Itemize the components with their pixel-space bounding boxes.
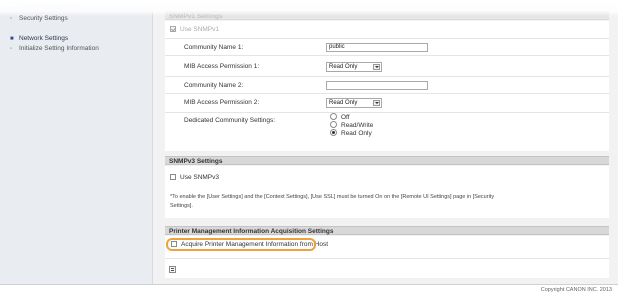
copyright-text: Copyright CANON INC. 2013: [540, 287, 612, 293]
dedicated-community-settings-label: Dedicated Community Settings:: [184, 117, 276, 124]
mib-access-permission-1-value: Read Only: [329, 64, 358, 70]
footer-divider: [0, 284, 618, 285]
list-bullet-icon: ▫: [10, 5, 13, 11]
radio-label: Off: [341, 114, 350, 122]
community-name-1-input[interactable]: public: [326, 43, 428, 52]
section-header-snmpv1: SNMPv1 Settings: [165, 11, 609, 20]
use-snmpv3-row[interactable]: Use SNMPv3: [170, 174, 219, 181]
sidebar-item-device-management[interactable]: ▫ Device Management: [10, 3, 79, 13]
use-snmpv3-label: Use SNMPv3: [180, 174, 220, 181]
divider: [165, 55, 609, 56]
divider: [165, 112, 609, 113]
list-bullet-icon: ▫: [10, 16, 13, 22]
divider: [165, 93, 609, 94]
mib-access-permission-2-select[interactable]: Read Only: [326, 98, 382, 108]
sidebar-item-label: Security Settings: [19, 15, 68, 22]
sidebar-item-label: Initialize Setting Information: [19, 45, 99, 52]
mib-access-permission-1-select[interactable]: Read Only: [326, 62, 382, 72]
sidebar: ▫ Device Management ▫ Security Settings ■ N…: [0, 0, 153, 284]
mib-access-permission-1-label: MIB Access Permission 1:: [184, 63, 260, 70]
community-name-2-input[interactable]: [326, 81, 428, 90]
mib-access-permission-2-value: Read Only: [329, 100, 358, 106]
sidebar-item-security-settings[interactable]: ▫ Security Settings: [10, 14, 68, 24]
divider: [165, 258, 609, 259]
use-snmpv1-checkbox[interactable]: [170, 26, 176, 33]
radio-label: Read/Write: [341, 122, 374, 130]
radio-button[interactable]: [330, 121, 337, 128]
sidebar-item-label: Device Management: [19, 4, 79, 11]
use-snmpv1-row[interactable]: Use SNMPv1: [170, 26, 219, 33]
community-name-1-label: Community Name 1:: [184, 44, 244, 51]
use-snmpv1-label: Use SNMPv1: [180, 26, 220, 33]
community-name-2-label: Community Name 2:: [184, 82, 244, 89]
note-line-1: *To enable the [User Settings] and the […: [170, 194, 495, 200]
radio-label: Read Only: [341, 130, 372, 138]
use-snmpv3-checkbox[interactable]: [170, 174, 176, 181]
snmpv3-note: *To enable the [User Settings] and the […: [170, 193, 600, 211]
dropdown-arrow-icon[interactable]: [373, 64, 380, 70]
sidebar-item-network-settings[interactable]: ■ Network Settings: [10, 34, 68, 44]
divider: [165, 76, 609, 77]
note-line-2: Settings].: [170, 203, 193, 209]
radio-button[interactable]: [330, 113, 337, 120]
radio-option-read-write[interactable]: Read/Write: [330, 121, 374, 130]
section-header-snmpv3: SNMPv3 Settings: [165, 156, 609, 165]
page-menu-icon[interactable]: [169, 266, 176, 273]
radio-button-selected[interactable]: [330, 129, 337, 136]
mib-access-permission-2-label: MIB Access Permission 2:: [184, 99, 260, 106]
radio-option-read-only[interactable]: Read Only: [330, 129, 372, 138]
section-header-printer-management: Printer Management Information Acquisiti…: [165, 226, 609, 235]
list-bullet-icon: ■: [10, 36, 14, 42]
dropdown-arrow-icon[interactable]: [373, 100, 380, 106]
list-bullet-icon: ▫: [10, 46, 13, 52]
sidebar-item-initialize-setting-information[interactable]: ▫ Initialize Setting Information: [10, 44, 99, 54]
highlight-callout: [166, 238, 316, 251]
divider: [165, 38, 609, 39]
sidebar-item-label: Network Settings: [19, 35, 69, 42]
